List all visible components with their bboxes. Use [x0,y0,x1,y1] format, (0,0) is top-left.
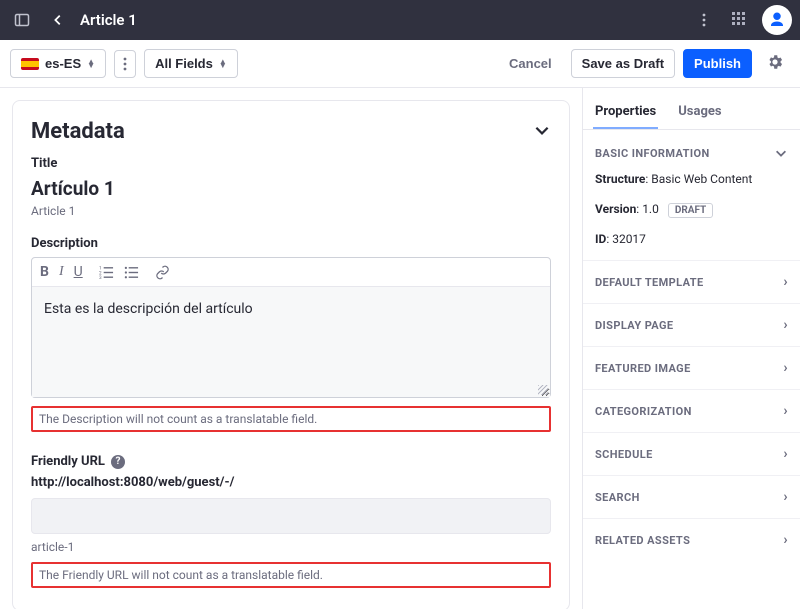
chevron-down-icon [774,146,788,160]
section-label: SEARCH [595,491,640,504]
friendly-url-label: Friendly URL [31,454,105,469]
section-default-template[interactable]: DEFAULT TEMPLATE › [583,260,800,303]
save-draft-button[interactable]: Save as Draft [571,49,675,78]
cancel-button[interactable]: Cancel [498,49,563,78]
chevron-down-icon [533,121,551,139]
ol-icon: 123 [99,265,114,280]
version-row: Version: 1.0 DRAFT [583,198,800,220]
chevron-right-icon: › [783,275,788,289]
structure-row: Structure: Basic Web Content [583,168,800,190]
section-search[interactable]: SEARCH › [583,475,800,518]
chevron-right-icon: › [783,404,788,418]
ordered-list-button[interactable]: 123 [99,265,114,280]
basic-info-header[interactable]: BASIC INFORMATION [583,130,800,168]
help-icon[interactable]: ? [111,455,125,469]
section-featured-image[interactable]: FEATURED IMAGE › [583,346,800,389]
title-value: Artículo 1 [31,177,551,200]
friendly-url-base: http://localhost:8080/web/guest/-/ [31,475,551,490]
basic-info-label: BASIC INFORMATION [595,147,710,160]
description-text: Esta es la descripción del artículo [44,301,253,317]
friendly-url-warning: The Friendly URL will not count as a tra… [31,562,551,588]
section-schedule[interactable]: SCHEDULE › [583,432,800,475]
locale-selector[interactable]: es-ES [10,49,106,78]
chevron-right-icon: › [783,318,788,332]
link-button[interactable] [155,265,170,280]
bold-button[interactable]: B [40,264,49,280]
gear-icon [766,53,784,71]
id-row: ID: 32017 [583,228,800,250]
version-value: 1.0 [642,202,659,216]
metadata-panel: Metadata Title Artículo 1 Article 1 Desc… [12,100,570,609]
save-draft-label: Save as Draft [582,56,664,71]
publish-button[interactable]: Publish [683,49,752,78]
version-label: Version [595,202,636,216]
svg-text:3: 3 [99,275,102,280]
back-button[interactable] [44,6,72,34]
section-label: CATEGORIZATION [595,405,692,418]
tab-usages[interactable]: Usages [676,96,723,129]
structure-label: Structure [595,172,645,186]
section-label: FEATURED IMAGE [595,362,691,375]
main-content: Metadata Title Artículo 1 Article 1 Desc… [0,88,582,609]
topbar: Article 1 [0,0,800,40]
flag-es-icon [21,58,39,70]
italic-button[interactable]: I [59,264,64,280]
unordered-list-button[interactable] [124,265,139,280]
section-label: DISPLAY PAGE [595,319,674,332]
apps-menu-button[interactable] [726,6,754,34]
publish-label: Publish [694,56,741,71]
resize-handle[interactable] [538,385,548,395]
user-icon [768,11,786,29]
section-label: RELATED ASSETS [595,534,690,547]
panel-icon [14,12,30,28]
underline-button[interactable]: U [74,264,83,280]
apps-grid-icon [732,12,748,28]
toggle-sidebar-button[interactable] [8,6,36,34]
structure-value: Basic Web Content [651,172,752,186]
fields-filter[interactable]: All Fields [144,49,238,78]
section-label: DEFAULT TEMPLATE [595,276,704,289]
link-icon [155,265,170,280]
user-avatar-button[interactable] [762,5,792,35]
description-label: Description [31,236,551,251]
action-toolbar: es-ES All Fields Cancel Save as Draft Pu… [0,40,800,88]
locale-label: es-ES [45,56,81,71]
section-display-page[interactable]: DISPLAY PAGE › [583,303,800,346]
chevron-right-icon: › [783,533,788,547]
kebab-icon [702,13,706,27]
kebab-icon [123,57,127,71]
ul-icon [124,265,139,280]
editor-toolbar: B I U 123 [32,258,550,287]
properties-sidebar: Properties Usages BASIC INFORMATION Stru… [582,88,800,609]
friendly-url-slug: article-1 [31,540,551,554]
friendly-url-input[interactable] [31,498,551,534]
toolbar-options-button[interactable] [114,50,136,78]
chevron-right-icon: › [783,361,788,375]
section-label: SCHEDULE [595,448,653,461]
section-categorization[interactable]: CATEGORIZATION › [583,389,800,432]
sidebar-tabs: Properties Usages [583,96,800,130]
description-textarea[interactable]: Esta es la descripción del artículo [32,287,550,397]
more-menu-button[interactable] [690,6,718,34]
id-label: ID [595,232,606,246]
chevron-right-icon: › [783,447,788,461]
tab-properties[interactable]: Properties [593,96,658,129]
section-related-assets[interactable]: RELATED ASSETS › [583,518,800,561]
fields-filter-label: All Fields [155,56,213,71]
chevron-left-icon [51,13,65,27]
select-caret-icon [219,60,227,68]
id-value: 32017 [612,232,646,246]
panel-collapse-button[interactable] [533,121,551,142]
metadata-heading: Metadata [31,119,125,144]
chevron-right-icon: › [783,490,788,504]
page-title: Article 1 [80,11,137,29]
title-original: Article 1 [31,204,551,218]
select-caret-icon [87,60,95,68]
description-warning: The Description will not count as a tran… [31,406,551,432]
settings-button[interactable] [760,49,790,79]
cancel-label: Cancel [509,56,552,71]
status-badge: DRAFT [668,203,713,218]
description-editor: B I U 123 [31,257,551,398]
title-label: Title [31,156,551,171]
